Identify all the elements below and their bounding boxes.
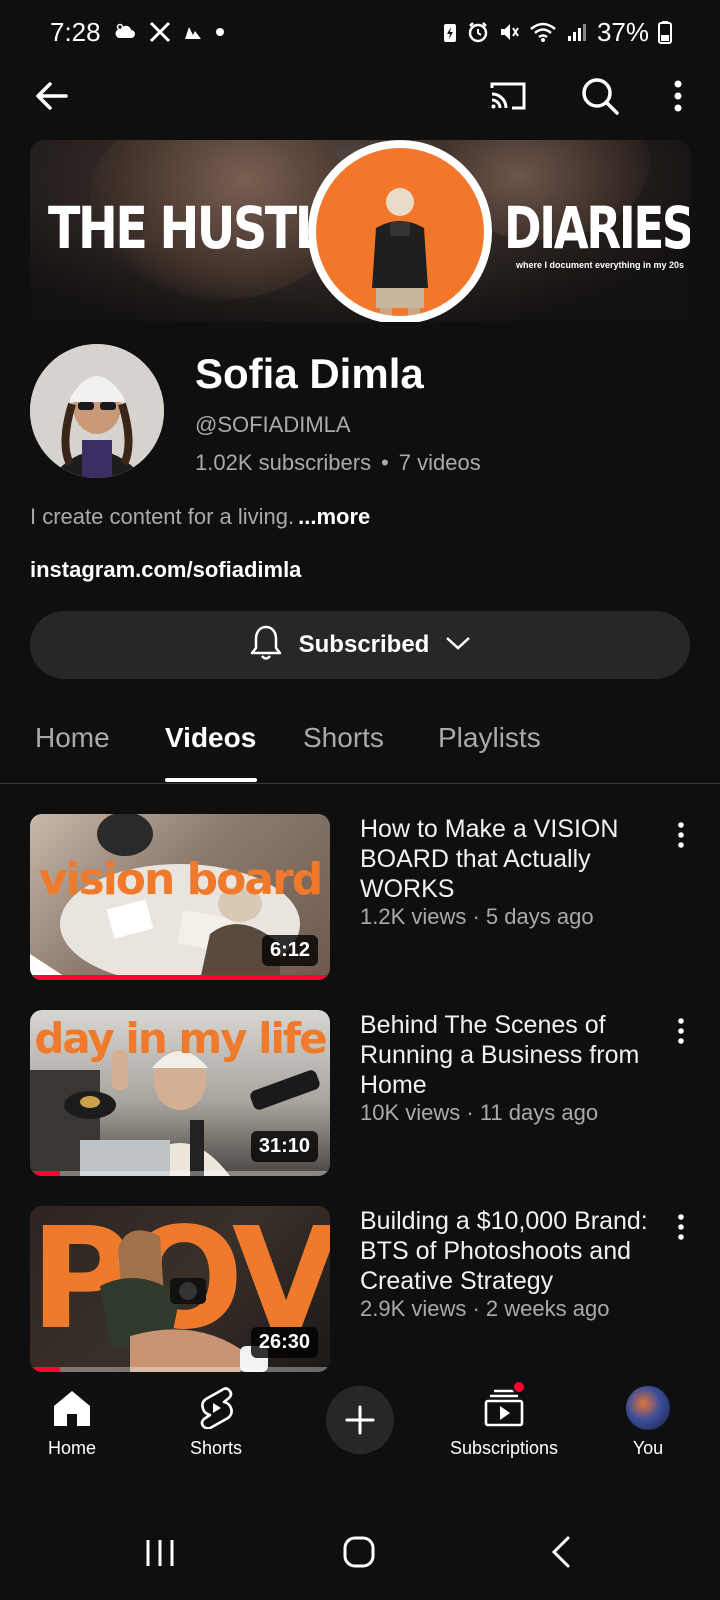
stats-separator: •	[381, 450, 389, 475]
battery-saver-icon	[442, 21, 458, 43]
watch-progress-fill	[30, 1171, 60, 1176]
battery-percent: 37%	[596, 16, 649, 47]
battery-icon	[658, 20, 672, 44]
channel-stats: 1.02K subscribers • 7 videos	[195, 450, 481, 476]
channel-tabs: Home Videos Shorts Playlists	[0, 700, 720, 784]
video-duration: 6:12	[261, 935, 318, 966]
notification-dot	[512, 1380, 526, 1394]
banner-title-left: THE HUSTLE	[48, 194, 355, 262]
banner-title-right: DIARIES	[504, 194, 690, 262]
search-icon[interactable]	[578, 74, 622, 118]
banner-tagline: where I document everything in my 20s	[516, 260, 685, 270]
system-navigation-bar	[0, 1500, 720, 1600]
subscribed-label: Subscribed	[298, 631, 430, 658]
tab-playlists[interactable]: Playlists	[438, 722, 541, 754]
tab-videos[interactable]: Videos	[165, 722, 256, 754]
x-app-icon	[149, 21, 171, 43]
thumbnail-overlay-text: day in my life	[34, 1014, 327, 1063]
video-title[interactable]: How to Make a VISION BOARD that Actually…	[360, 814, 660, 904]
video-title[interactable]: Behind The Scenes of Running a Business …	[360, 1010, 660, 1100]
video-meta: 2.9K views · 2 weeks ago	[360, 1296, 610, 1321]
video-thumbnail[interactable]: vision board 6:12	[30, 814, 330, 980]
nav-home[interactable]: Home	[2, 1372, 142, 1472]
subscriber-count: 1.02K subscribers	[195, 450, 372, 475]
nav-shorts[interactable]: Shorts	[146, 1372, 286, 1472]
cast-icon[interactable]	[486, 74, 530, 118]
active-tab-indicator	[165, 778, 257, 782]
video-item[interactable]: day in my life 31:10 Behind The Scenes o…	[30, 1010, 700, 1176]
subscriptions-icon	[480, 1380, 528, 1432]
video-count: 7 videos	[398, 450, 481, 475]
nav-you[interactable]: You	[578, 1372, 718, 1472]
top-app-bar	[0, 64, 720, 128]
channel-name: Sofia Dimla	[195, 350, 424, 397]
more-vertical-icon[interactable]	[656, 74, 700, 118]
video-duration: 31:10	[250, 1131, 318, 1162]
video-meta: 1.2K views · 5 days ago	[360, 904, 594, 929]
more-vertical-icon[interactable]	[666, 820, 696, 850]
home-icon	[48, 1384, 96, 1432]
shorts-icon	[192, 1384, 240, 1432]
nav-home-label: Home	[47, 1438, 96, 1458]
weather-icon	[113, 22, 137, 42]
alarm-icon	[467, 21, 489, 43]
description-text: I create content for a living.	[30, 504, 295, 529]
recent-apps-icon[interactable]	[136, 1528, 184, 1576]
create-button[interactable]	[326, 1386, 394, 1454]
description-more-link[interactable]: ...more	[298, 504, 370, 529]
tab-home[interactable]: Home	[35, 722, 110, 754]
more-vertical-icon[interactable]	[666, 1212, 696, 1242]
nav-subscriptions[interactable]: Subscriptions	[434, 1372, 574, 1472]
status-bar: 7:28 37%	[0, 0, 720, 64]
video-thumbnail[interactable]: POV 26:30	[30, 1206, 330, 1372]
banner-photo	[316, 148, 484, 316]
thumbnail-overlay-text: vision board	[38, 854, 324, 905]
back-arrow-icon[interactable]	[30, 74, 74, 118]
watch-progress-fill	[30, 975, 330, 980]
more-vertical-icon[interactable]	[666, 1016, 696, 1046]
video-item[interactable]: POV 26:30 Building a $10,000 Brand: BTS …	[30, 1206, 700, 1372]
nav-shorts-label: Shorts	[189, 1438, 243, 1458]
avatar-person-illustration	[30, 344, 164, 478]
banner-person-illustration	[372, 188, 428, 316]
signal-icon	[566, 21, 588, 43]
watch-progress-track	[30, 1171, 330, 1176]
mute-icon	[498, 21, 520, 43]
user-avatar	[626, 1386, 670, 1430]
video-thumbnail[interactable]: day in my life 31:10	[30, 1010, 330, 1176]
app-notification-icon	[183, 23, 203, 41]
status-time: 7:28	[50, 16, 101, 47]
you-avatar-icon	[624, 1384, 672, 1432]
nav-you-label: You	[632, 1438, 664, 1458]
video-item[interactable]: vision board 6:12 How to Make a VISION B…	[30, 814, 700, 980]
plus-icon	[345, 1405, 375, 1435]
channel-handle: @SOFIADIMLA	[195, 412, 351, 437]
tab-shorts[interactable]: Shorts	[303, 722, 384, 754]
wifi-icon	[529, 21, 557, 43]
chevron-down-icon	[445, 635, 471, 656]
watch-progress-track	[30, 975, 330, 980]
status-left: 7:28	[50, 17, 225, 48]
subscribed-button[interactable]: Subscribed	[30, 611, 690, 679]
video-title[interactable]: Building a $10,000 Brand: BTS of Photosh…	[360, 1206, 660, 1296]
video-meta: 10K views · 11 days ago	[360, 1100, 599, 1125]
video-duration: 26:30	[250, 1327, 318, 1358]
back-chevron-icon[interactable]	[540, 1528, 588, 1576]
banner-photo-circle	[308, 140, 492, 322]
bottom-navigation: Home Shorts Subscriptions You	[0, 1372, 720, 1482]
channel-banner: THE HUSTLE DIARIES where I document ever…	[30, 140, 690, 322]
more-notifications-dot-icon	[215, 27, 225, 37]
channel-link[interactable]: instagram.com/sofiadimla	[30, 557, 301, 583]
home-circle-icon[interactable]	[336, 1528, 384, 1576]
channel-description[interactable]: I create content for a living. ...more	[30, 504, 370, 530]
bell-icon	[249, 624, 283, 667]
channel-avatar[interactable]	[30, 344, 164, 478]
nav-subscriptions-label: Subscriptions	[449, 1438, 559, 1458]
status-right: 37%	[442, 17, 672, 48]
